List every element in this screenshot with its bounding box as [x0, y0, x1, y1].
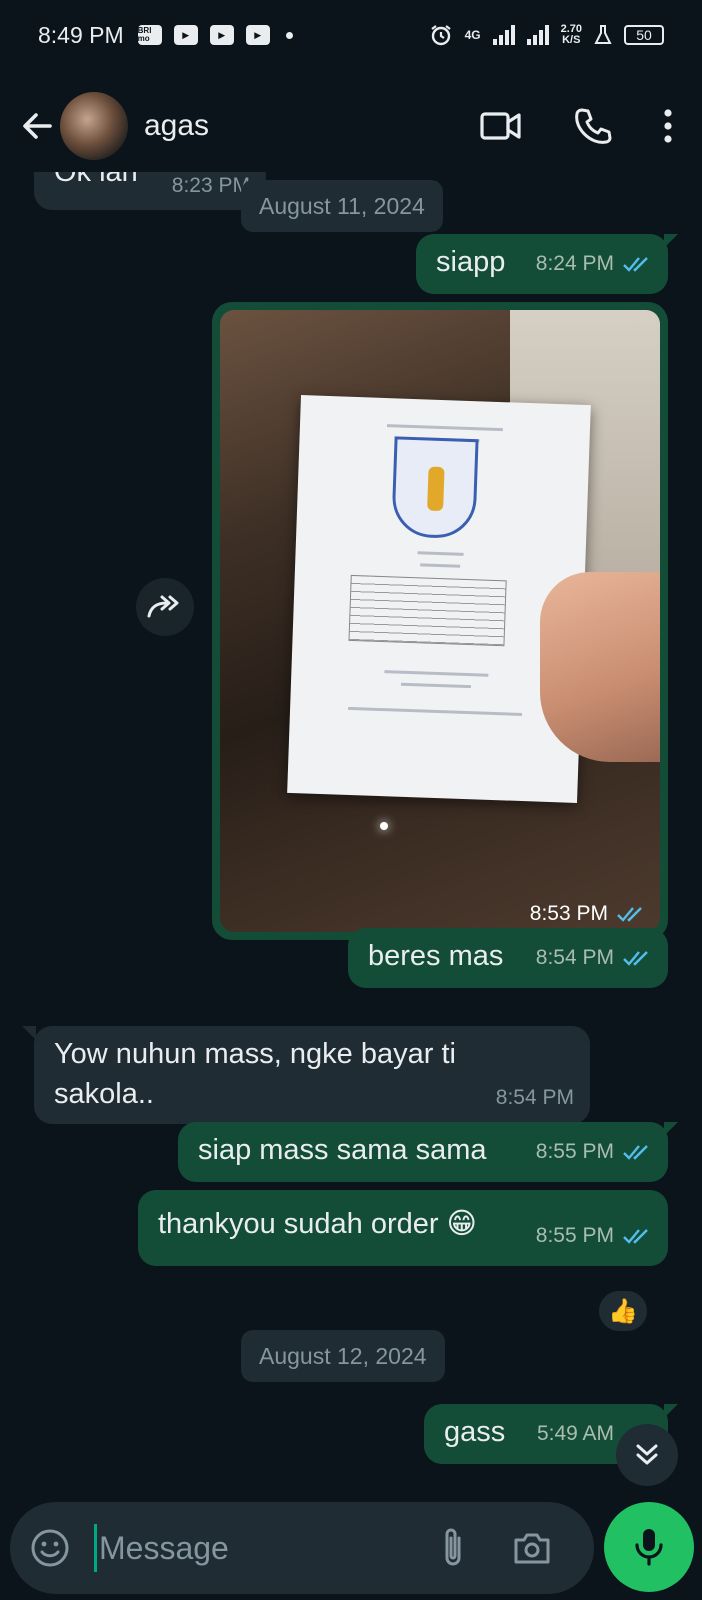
- read-receipt-icon: [617, 907, 642, 922]
- message-text: Yow nuhun mass, ngke bayar ti sakola..: [54, 1038, 456, 1110]
- date-separator-text: August 12, 2024: [259, 1343, 427, 1369]
- read-receipt-icon: [623, 257, 648, 272]
- message-text: siapp: [436, 246, 506, 278]
- more-vert-icon[interactable]: [664, 109, 672, 143]
- forward-button[interactable]: [136, 578, 194, 636]
- date-separator: August 11, 2024: [241, 180, 443, 232]
- message-text: Ok lah: [54, 172, 138, 188]
- bubble-tail: [664, 234, 678, 248]
- photo-light-spot: [380, 822, 388, 830]
- message-input-field[interactable]: Message: [10, 1502, 594, 1594]
- youtube-notification-icon-3: ▶: [245, 25, 270, 45]
- message-time: 8:55 PM: [535, 1140, 614, 1163]
- photo-hand: [540, 572, 660, 762]
- reaction-emoji: 👍: [608, 1297, 638, 1325]
- attach-paperclip-icon[interactable]: [440, 1526, 466, 1570]
- message-time: 8:24 PM: [535, 252, 614, 275]
- youtube-notification-icon-2: ▶: [209, 25, 234, 45]
- contact-avatar[interactable]: [60, 92, 128, 160]
- more-notifications-dot: [285, 31, 293, 39]
- microphone-icon: [635, 1529, 663, 1566]
- message-placeholder[interactable]: Message: [99, 1530, 229, 1567]
- photo-message[interactable]: 8:53 PM: [212, 302, 668, 940]
- contact-name[interactable]: agas: [144, 109, 209, 143]
- bubble-tail: [22, 1026, 36, 1040]
- date-separator: August 12, 2024: [241, 1330, 445, 1382]
- message-text: siap mass sama sama: [198, 1134, 487, 1166]
- message-meta: 8:54 PM: [496, 1078, 574, 1118]
- message-time: 8:53 PM: [529, 902, 608, 925]
- school-logo-image: [391, 436, 479, 540]
- message-time-text: 8:23 PM: [171, 174, 250, 197]
- photo-meta: 8:53 PM: [530, 902, 646, 926]
- back-arrow-icon[interactable]: [18, 107, 56, 145]
- phone-icon[interactable]: [574, 107, 612, 145]
- scroll-to-bottom-button[interactable]: [616, 1424, 678, 1486]
- date-separator-text: August 11, 2024: [259, 193, 425, 219]
- status-time: 8:49 PM: [38, 21, 124, 48]
- bubble-tail: [664, 1122, 678, 1136]
- signal-strength-icon: [492, 25, 515, 45]
- message-time: 8:55 PM: [535, 1224, 614, 1247]
- text-cursor: [94, 1524, 97, 1572]
- message-text: beres mas: [368, 940, 504, 972]
- message-list[interactable]: Ok lah 8:23 PM August 11, 2024 siapp 8:2…: [0, 172, 702, 1492]
- bubble-tail: [664, 1404, 678, 1418]
- video-call-icon[interactable]: [480, 110, 522, 142]
- network-speed: 2.70 K/S: [561, 24, 582, 46]
- brimo-notification-icon: BRI mo: [137, 25, 162, 45]
- message-text: gass: [444, 1416, 506, 1448]
- thumbs-up-reaction[interactable]: 👍: [596, 1288, 650, 1334]
- message-time: 5:49 AM: [536, 1422, 614, 1445]
- speed-unit: K/S: [562, 34, 581, 46]
- voice-message-button[interactable]: [604, 1502, 694, 1592]
- forward-icon: [147, 595, 179, 618]
- network-type: 4G: [464, 28, 481, 42]
- incoming-message[interactable]: Ok lah 8:23 PM: [34, 172, 266, 210]
- alarm-icon: [430, 25, 451, 46]
- read-receipt-icon: [623, 1229, 648, 1244]
- chat-header: agas: [0, 80, 702, 172]
- outgoing-message[interactable]: thankyou sudah order 😁 8:55 PM: [138, 1190, 668, 1266]
- message-meta: 8:55 PM: [536, 1216, 652, 1256]
- outgoing-message[interactable]: siapp 8:24 PM: [416, 234, 668, 294]
- lab-flask-icon: [594, 25, 612, 44]
- message-time: 8:54 PM: [495, 1086, 574, 1109]
- composer-bar: Message: [0, 1490, 702, 1600]
- outgoing-message[interactable]: beres mas 8:54 PM: [348, 928, 668, 988]
- read-receipt-icon: [623, 1145, 648, 1160]
- shared-photo[interactable]: [220, 310, 660, 932]
- status-bar: 8:49 PM BRI mo ▶ ▶ ▶ 4G 2.70 K/S 50: [0, 0, 702, 70]
- message-time: 8:54 PM: [535, 946, 614, 969]
- message-text: thankyou sudah order 😁: [158, 1208, 477, 1240]
- read-receipt-icon: [623, 951, 648, 966]
- youtube-notification-icon: ▶: [173, 25, 198, 45]
- camera-icon[interactable]: [512, 1530, 552, 1566]
- incoming-message[interactable]: Yow nuhun mass, ngke bayar ti sakola.. 8…: [34, 1026, 590, 1124]
- message-meta: 8:54 PM: [536, 938, 652, 978]
- document-table: [348, 574, 507, 647]
- message-meta: 8:55 PM: [536, 1132, 652, 1172]
- battery-indicator: 50: [624, 25, 664, 45]
- emoji-icon[interactable]: [30, 1528, 70, 1568]
- outgoing-message[interactable]: siap mass sama sama 8:55 PM: [178, 1122, 668, 1182]
- signal-strength-icon-2: [526, 25, 549, 45]
- double-chevron-down-icon: [636, 1444, 658, 1465]
- message-meta: 8:24 PM: [536, 244, 652, 284]
- message-time: 8:23 PM: [172, 172, 250, 206]
